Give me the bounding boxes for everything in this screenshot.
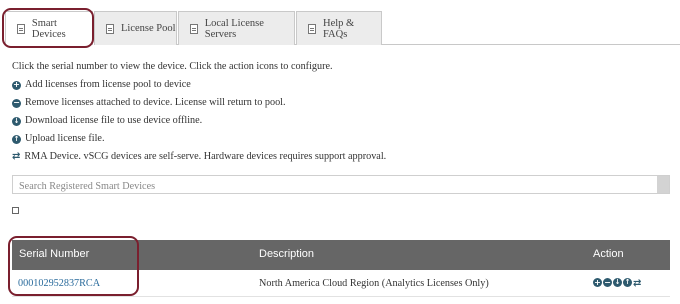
download-circle-icon: ↓ xyxy=(12,116,21,126)
document-icon xyxy=(190,23,198,34)
add-circle-icon: + xyxy=(12,80,21,90)
instruction-remove: − Remove licenses attached to device. Li… xyxy=(12,94,386,112)
table-header: Serial Number Description Action xyxy=(12,240,670,270)
header-description: Description xyxy=(259,248,315,260)
header-serial-number: Serial Number xyxy=(19,248,90,260)
document-icon xyxy=(17,23,25,34)
upload-circle-icon: ↑ xyxy=(12,134,21,144)
tab-local-license-servers[interactable]: Local License Servers xyxy=(178,11,295,45)
download-circle-icon[interactable]: ↓ xyxy=(613,278,622,287)
instruction-intro: Click the serial number to view the devi… xyxy=(12,58,386,76)
instruction-text: Remove licenses attached to device. Lice… xyxy=(25,97,286,108)
tab-label: Local License Servers xyxy=(204,17,264,40)
select-all-checkbox[interactable] xyxy=(12,207,19,214)
document-icon xyxy=(106,23,114,34)
search-input[interactable] xyxy=(13,178,659,195)
instruction-text: Download license file to use device offl… xyxy=(25,115,203,126)
remove-circle-icon[interactable]: − xyxy=(603,278,612,287)
tab-smart-devices[interactable]: Smart Devices xyxy=(5,11,93,45)
instruction-upload: ↑ Upload license file. xyxy=(12,130,386,148)
header-action: Action xyxy=(593,248,624,260)
tab-bar: Smart Devices License Pool Local License… xyxy=(0,0,680,48)
instruction-text: Add licenses from license pool to device xyxy=(25,79,191,90)
instruction-add: + Add licenses from license pool to devi… xyxy=(12,76,386,94)
add-circle-icon[interactable]: + xyxy=(593,278,602,287)
upload-circle-icon[interactable]: ↑ xyxy=(623,278,632,287)
tab-help-faqs[interactable]: Help & FAQs xyxy=(296,11,382,45)
instruction-text: Click the serial number to view the devi… xyxy=(12,61,333,72)
remove-circle-icon: − xyxy=(12,98,21,108)
tab-license-pool[interactable]: License Pool xyxy=(94,11,177,45)
document-icon xyxy=(308,23,316,34)
device-description: North America Cloud Region (Analytics Li… xyxy=(259,278,489,289)
instruction-download: ↓ Download license file to use device of… xyxy=(12,112,386,130)
instructions: Click the serial number to view the devi… xyxy=(12,58,386,166)
row-actions: + − ↓ ↑ ⇄ xyxy=(593,278,641,289)
rma-refresh-icon[interactable]: ⇄ xyxy=(633,278,641,289)
serial-number-link[interactable]: 000102952837RCA xyxy=(18,278,100,289)
search-box xyxy=(12,175,670,195)
tab-label: Smart Devices xyxy=(31,17,66,40)
search-scrollbar[interactable] xyxy=(657,176,669,193)
tab-label: License Pool xyxy=(121,23,176,34)
rma-refresh-icon: ⇄ xyxy=(12,151,21,162)
table-row: 000102952837RCA North America Cloud Regi… xyxy=(12,270,670,297)
instruction-rma: ⇄ RMA Device. vSCG devices are self-serv… xyxy=(12,148,386,166)
instruction-text: RMA Device. vSCG devices are self-serve.… xyxy=(24,151,387,162)
instruction-text: Upload license file. xyxy=(25,133,105,144)
tab-label: Help & FAQs xyxy=(322,17,355,40)
